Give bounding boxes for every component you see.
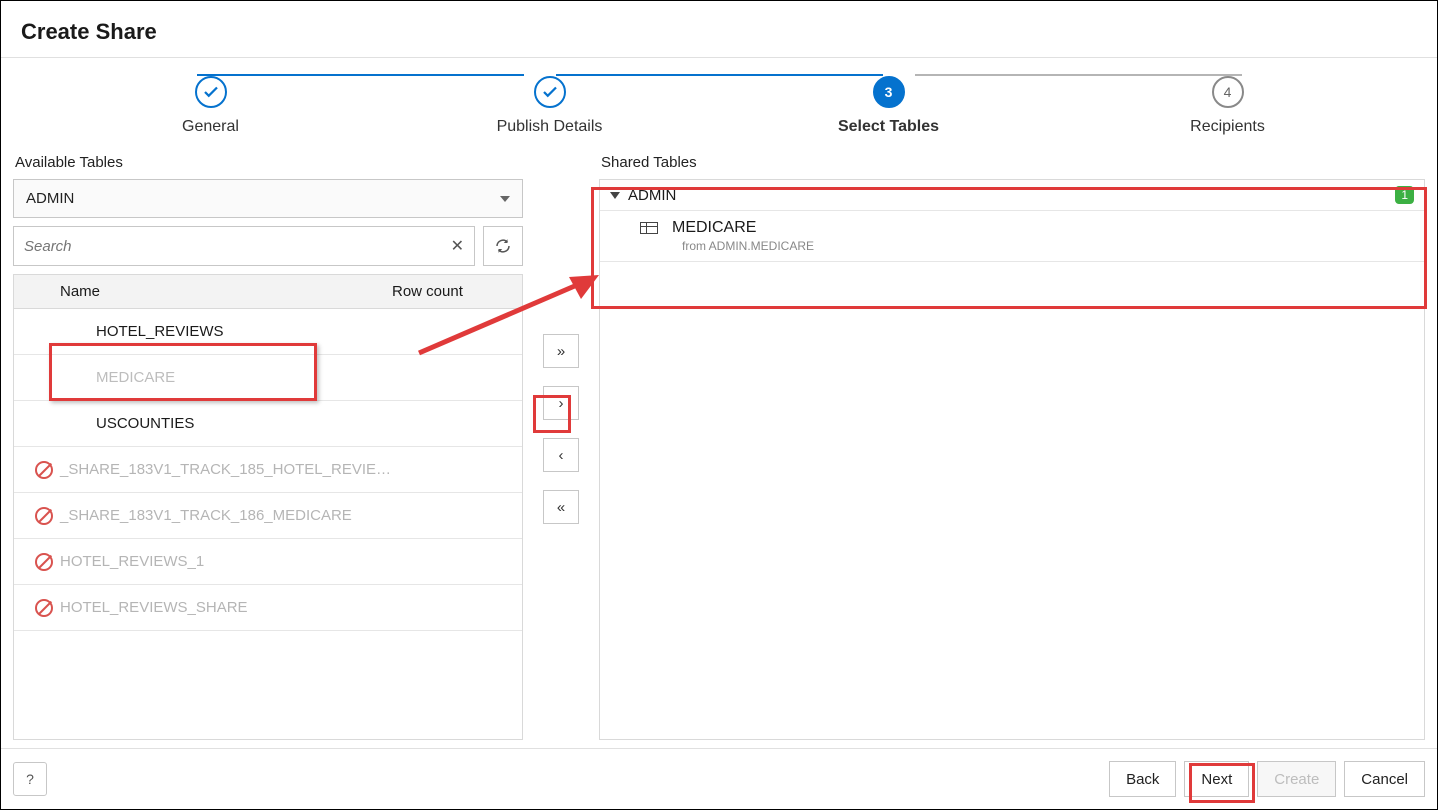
dialog-footer: ? Back Next Create Cancel xyxy=(1,748,1437,809)
move-all-right-button[interactable]: » xyxy=(543,334,579,368)
table-row-name: _SHARE_183V1_TRACK_185_HOTEL_REVIE… xyxy=(60,461,522,478)
column-row-count[interactable]: Row count xyxy=(392,283,512,300)
step-select-tables[interactable]: 3 Select Tables xyxy=(719,76,1058,136)
double-chevron-right-icon: » xyxy=(557,343,565,360)
forbidden-icon xyxy=(28,553,60,571)
step-circle: 3 xyxy=(873,76,905,108)
step-label: Publish Details xyxy=(497,118,603,136)
table-row: _SHARE_183V1_TRACK_186_MEDICARE xyxy=(14,493,522,539)
chevron-down-icon xyxy=(500,196,510,202)
table-row-name: HOTEL_REVIEWS xyxy=(60,323,522,340)
table-row: _SHARE_183V1_TRACK_185_HOTEL_REVIE… xyxy=(14,447,522,493)
step-recipients[interactable]: 4 Recipients xyxy=(1058,76,1397,136)
schema-select-value: ADMIN xyxy=(26,190,74,207)
step-label: Recipients xyxy=(1190,118,1265,136)
forbidden-icon xyxy=(28,461,60,479)
column-name[interactable]: Name xyxy=(60,283,392,300)
shared-tables-panel: ADMIN 1 MEDICARE from ADMIN.MEDICARE xyxy=(599,179,1425,740)
search-box[interactable]: ✕ xyxy=(13,226,475,266)
table-row-name: MEDICARE xyxy=(60,369,522,386)
next-button[interactable]: Next xyxy=(1184,761,1249,797)
back-button[interactable]: Back xyxy=(1109,761,1176,797)
step-connector xyxy=(556,74,883,76)
shared-item-subtitle: from ADMIN.MEDICARE xyxy=(640,239,1414,253)
refresh-button[interactable] xyxy=(483,226,523,266)
move-all-left-button[interactable]: « xyxy=(543,490,579,524)
help-icon: ? xyxy=(26,771,34,787)
check-icon xyxy=(202,83,220,101)
move-right-button[interactable]: › xyxy=(543,386,579,420)
step-label: General xyxy=(182,118,239,136)
double-chevron-left-icon: « xyxy=(557,499,565,516)
table-row[interactable]: HOTEL_REVIEWS xyxy=(14,309,522,355)
chevron-left-icon: ‹ xyxy=(559,447,564,464)
forbidden-icon xyxy=(28,507,60,525)
table-header: Name Row count xyxy=(14,275,522,309)
table-row[interactable]: MEDICARE xyxy=(14,355,522,401)
clear-search-icon[interactable]: ✕ xyxy=(451,236,464,256)
cancel-button[interactable]: Cancel xyxy=(1344,761,1425,797)
table-row: HOTEL_REVIEWS_1 xyxy=(14,539,522,585)
dialog-title: Create Share xyxy=(1,1,1437,57)
available-tables-label: Available Tables xyxy=(13,154,523,171)
refresh-icon xyxy=(494,237,512,255)
move-left-button[interactable]: ‹ xyxy=(543,438,579,472)
available-tables-grid: Name Row count HOTEL_REVIEWS MEDICARE USCO… xyxy=(13,274,523,740)
table-row: HOTEL_REVIEWS_SHARE xyxy=(14,585,522,631)
forbidden-icon xyxy=(28,599,60,617)
create-button: Create xyxy=(1257,761,1336,797)
table-row-name: HOTEL_REVIEWS_SHARE xyxy=(60,599,522,616)
table-row-name: HOTEL_REVIEWS_1 xyxy=(60,553,522,570)
table-row[interactable]: USCOUNTIES xyxy=(14,401,522,447)
search-input[interactable] xyxy=(24,238,451,255)
step-circle xyxy=(534,76,566,108)
step-connector xyxy=(915,74,1242,76)
shared-item[interactable]: MEDICARE from ADMIN.MEDICARE xyxy=(600,211,1424,262)
wizard-stepper: General Publish Details 3 Select Tables … xyxy=(1,58,1437,150)
step-label: Select Tables xyxy=(838,118,939,136)
schema-select[interactable]: ADMIN xyxy=(13,179,523,218)
step-publish-details[interactable]: Publish Details xyxy=(380,76,719,136)
step-circle xyxy=(195,76,227,108)
shared-tables-label: Shared Tables xyxy=(599,154,1425,171)
table-row-name: USCOUNTIES xyxy=(60,415,522,432)
step-circle: 4 xyxy=(1212,76,1244,108)
table-icon xyxy=(640,222,658,234)
shared-item-title: MEDICARE xyxy=(672,219,756,237)
step-general[interactable]: General xyxy=(41,76,380,136)
shared-group-name: ADMIN xyxy=(628,187,1395,204)
shared-group-header[interactable]: ADMIN 1 xyxy=(600,180,1424,211)
step-connector xyxy=(197,74,524,76)
shared-count-badge: 1 xyxy=(1395,186,1414,204)
check-icon xyxy=(541,83,559,101)
help-button[interactable]: ? xyxy=(13,762,47,796)
table-row-name: _SHARE_183V1_TRACK_186_MEDICARE xyxy=(60,507,522,524)
collapse-icon xyxy=(610,192,620,199)
chevron-right-icon: › xyxy=(559,395,564,412)
